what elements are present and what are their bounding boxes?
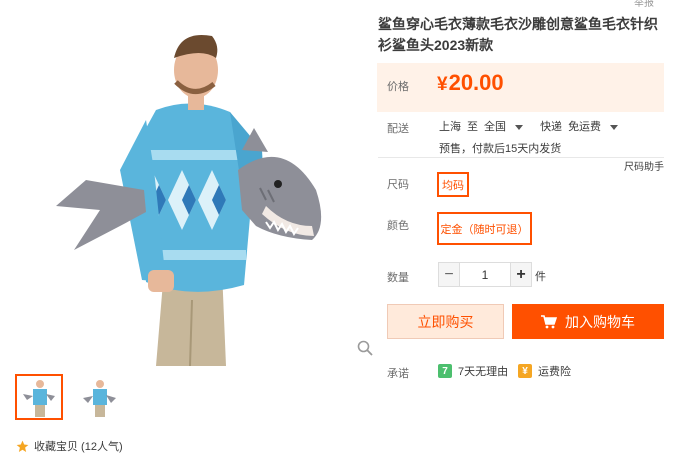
size-option[interactable]: 均码	[437, 172, 469, 197]
ship-method: 快递	[540, 121, 563, 133]
price-value: ¥20.00	[437, 70, 504, 96]
add-to-cart-button[interactable]: 加入购物车	[512, 304, 664, 339]
price-amount: 20.00	[448, 70, 504, 95]
add-to-cart-label: 加入购物车	[565, 313, 635, 330]
size-label: 尺码	[387, 179, 409, 191]
color-option[interactable]: 定金（随时可退）	[437, 212, 532, 245]
thumbnail-1-image	[17, 376, 61, 418]
size-helper-link[interactable]: 尺码助手	[624, 158, 664, 173]
main-product-photo[interactable]	[16, 0, 360, 366]
divider	[378, 157, 664, 158]
color-label: 颜色	[387, 220, 409, 232]
promise-shipping-insurance[interactable]: ¥ 运费险	[518, 363, 571, 379]
currency-symbol: ¥	[437, 74, 448, 95]
buy-now-button[interactable]: 立即购买	[387, 304, 504, 339]
thumbnail-1[interactable]	[15, 374, 63, 420]
chevron-down-icon	[610, 124, 619, 130]
chevron-down-icon	[515, 124, 523, 130]
quantity-stepper: − 1 +	[438, 262, 532, 287]
promise-seven-day-return[interactable]: 7 7天无理由	[438, 363, 508, 379]
price-label: 价格	[387, 81, 409, 93]
ship-note: 预售，付款后15天内发货	[439, 143, 562, 155]
quantity-plus-button[interactable]: +	[510, 262, 532, 287]
favorite-text: 收藏宝贝 (12人气)	[34, 441, 123, 453]
star-icon	[16, 440, 29, 452]
ship-to: 全国	[484, 121, 506, 133]
ship-fee: 免运费	[568, 121, 602, 133]
zoom-icon[interactable]	[356, 339, 374, 357]
quantity-label: 数量	[387, 272, 409, 284]
shipping-info: 上海至全国 快递 免运费	[439, 118, 624, 134]
quantity-minus-button[interactable]: −	[438, 262, 460, 287]
promise-text: 运费险	[538, 366, 571, 378]
quantity-unit: 件	[535, 271, 546, 283]
quantity-input[interactable]: 1	[460, 262, 510, 287]
thumbnail-2[interactable]	[76, 374, 124, 420]
ship-to-word: 至	[467, 121, 478, 133]
report-link[interactable]: 举报	[634, 0, 654, 9]
shipping-insurance-icon: ¥	[518, 364, 532, 378]
thumbnail-2-image	[78, 376, 122, 418]
cart-icon	[541, 314, 557, 328]
product-gallery	[16, 0, 373, 366]
product-title: 鲨鱼穿心毛衣薄款毛衣沙雕创意鲨鱼毛衣针织衫鲨鱼头2023新款	[378, 16, 658, 53]
promise-label: 承诺	[387, 368, 409, 380]
ship-fee-select[interactable]: 免运费	[568, 121, 619, 133]
ship-from: 上海	[439, 121, 461, 133]
shipping-label: 配送	[387, 123, 409, 135]
ship-to-select[interactable]: 全国	[484, 121, 523, 133]
favorite-link[interactable]: 收藏宝贝 (12人气)	[16, 438, 123, 454]
price-panel: 价格 ¥20.00	[377, 63, 664, 112]
promise-text: 7天无理由	[458, 366, 509, 378]
seven-day-icon: 7	[438, 364, 452, 378]
